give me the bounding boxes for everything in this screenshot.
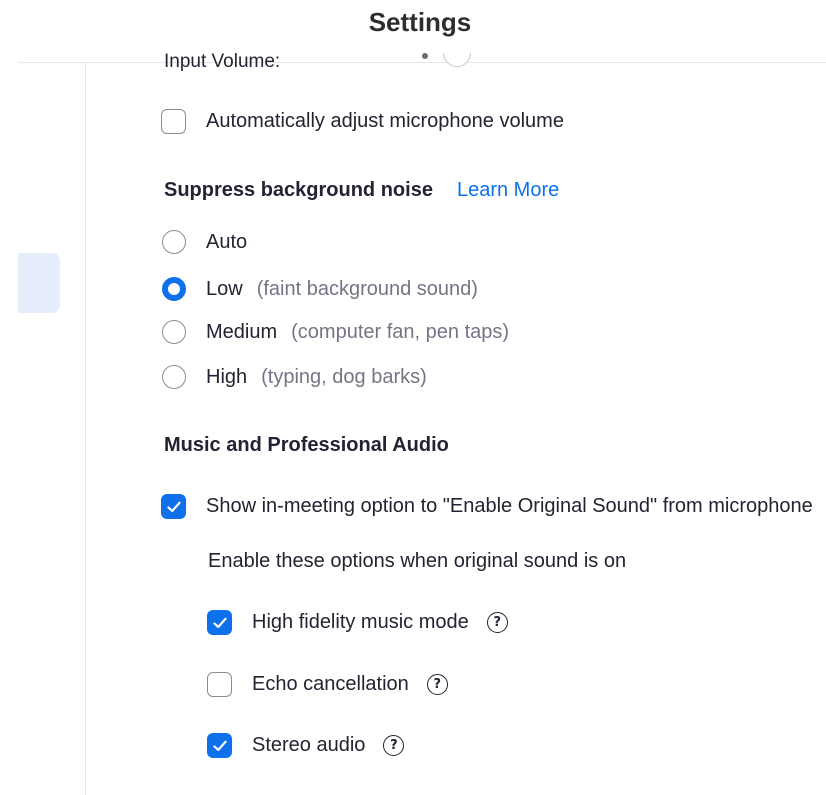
- noise-high-label: High: [206, 365, 248, 388]
- noise-medium-hint: (computer fan, pen taps): [291, 320, 510, 343]
- noise-low-hint: (faint background sound): [256, 277, 478, 300]
- music-audio-heading: Music and Professional Audio: [164, 434, 449, 456]
- noise-medium-radio[interactable]: [162, 320, 186, 344]
- stereo-audio-option[interactable]: Stereo audio ?: [207, 733, 405, 758]
- echo-cancellation-option[interactable]: Echo cancellation ?: [207, 672, 448, 697]
- high-fidelity-checkbox[interactable]: [207, 610, 232, 635]
- sidebar-divider: [85, 62, 86, 795]
- noise-option-auto[interactable]: Auto: [162, 230, 247, 254]
- window-title: Settings: [368, 7, 472, 37]
- noise-medium-label: Medium: [206, 320, 278, 343]
- high-fidelity-option[interactable]: High fidelity music mode ?: [207, 610, 508, 635]
- noise-option-low[interactable]: Low (faint background sound): [162, 277, 478, 301]
- sidebar-item-audio-selected[interactable]: [18, 253, 60, 313]
- noise-low-label: Low: [206, 277, 243, 300]
- title-bar: Settings: [0, 0, 826, 60]
- checkmark-icon: [212, 740, 227, 751]
- noise-option-medium[interactable]: Medium (computer fan, pen taps): [162, 320, 509, 344]
- input-volume-slider-tick: [422, 53, 428, 59]
- suppress-noise-heading: Suppress background noise Learn More: [164, 179, 559, 202]
- learn-more-link[interactable]: Learn More: [457, 179, 559, 201]
- high-fidelity-label: High fidelity music mode: [252, 611, 469, 633]
- question-circle-icon[interactable]: ?: [486, 612, 508, 633]
- stereo-audio-checkbox[interactable]: [207, 733, 232, 758]
- input-volume-slider-knob[interactable]: [443, 53, 471, 67]
- echo-cancellation-label: Echo cancellation: [252, 673, 409, 695]
- checkmark-icon: [166, 501, 181, 512]
- auto-adjust-volume-checkbox[interactable]: [161, 109, 186, 134]
- input-volume-label: Input Volume:: [164, 53, 281, 72]
- input-volume-row: Input Volume:: [160, 53, 560, 75]
- noise-auto-radio[interactable]: [162, 230, 186, 254]
- original-sound-label: Show in-meeting option to "Enable Origin…: [206, 495, 813, 517]
- question-circle-icon[interactable]: ?: [426, 674, 448, 695]
- suppress-noise-heading-text: Suppress background noise: [164, 179, 433, 201]
- noise-low-radio[interactable]: [162, 277, 186, 301]
- original-sound-checkbox[interactable]: [161, 494, 186, 519]
- noise-high-hint: (typing, dog barks): [261, 365, 427, 388]
- noise-auto-label: Auto: [206, 230, 248, 253]
- echo-cancellation-checkbox[interactable]: [207, 672, 232, 697]
- stereo-audio-label: Stereo audio: [252, 734, 366, 756]
- original-sound-subheading: Enable these options when original sound…: [208, 550, 627, 572]
- noise-option-high[interactable]: High (typing, dog barks): [162, 365, 427, 389]
- noise-high-radio[interactable]: [162, 365, 186, 389]
- original-sound-option[interactable]: Show in-meeting option to "Enable Origin…: [161, 494, 813, 519]
- auto-adjust-volume-option[interactable]: Automatically adjust microphone volume: [161, 109, 564, 134]
- checkmark-icon: [212, 617, 227, 628]
- auto-adjust-volume-label: Automatically adjust microphone volume: [206, 110, 564, 132]
- question-circle-icon[interactable]: ?: [383, 735, 405, 756]
